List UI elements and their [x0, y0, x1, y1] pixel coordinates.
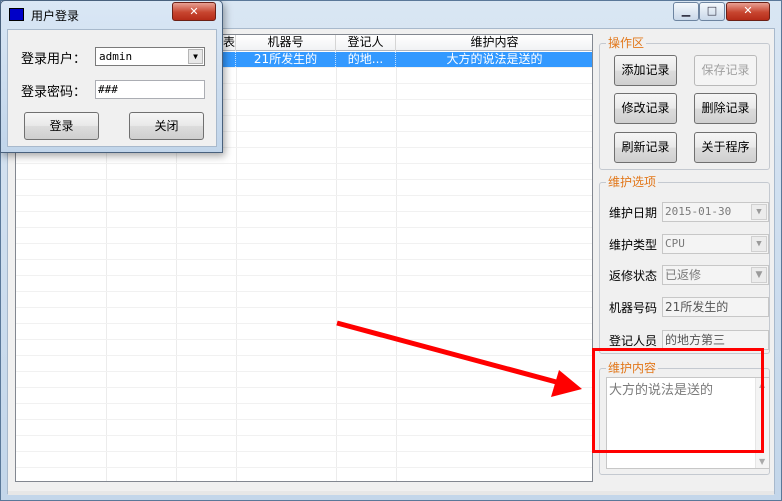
password-field[interactable]: ###: [95, 80, 205, 99]
login-close-icon[interactable]: ✕: [172, 2, 216, 21]
user-value: admin: [99, 50, 133, 63]
chevron-down-icon[interactable]: ▼: [188, 49, 203, 64]
login-client-area: 登录用户： admin ▼ 登录密码： ### 登录 关闭: [7, 29, 217, 147]
user-select[interactable]: admin ▼: [95, 47, 205, 66]
password-label: 登录密码：: [21, 85, 87, 100]
annotation-arrow-head: [551, 370, 582, 397]
login-dialog: 用户登录 ✕ 登录用户： admin ▼ 登录密码： ### 登录 关闭: [0, 0, 223, 153]
close-dialog-button[interactable]: 关闭: [129, 112, 204, 140]
login-button[interactable]: 登录: [24, 112, 99, 140]
annotation-arrow-shaft: [336, 320, 561, 386]
user-label: 登录用户：: [21, 52, 87, 67]
login-dialog-title: 用户登录: [31, 9, 80, 23]
app-icon: [9, 8, 24, 21]
